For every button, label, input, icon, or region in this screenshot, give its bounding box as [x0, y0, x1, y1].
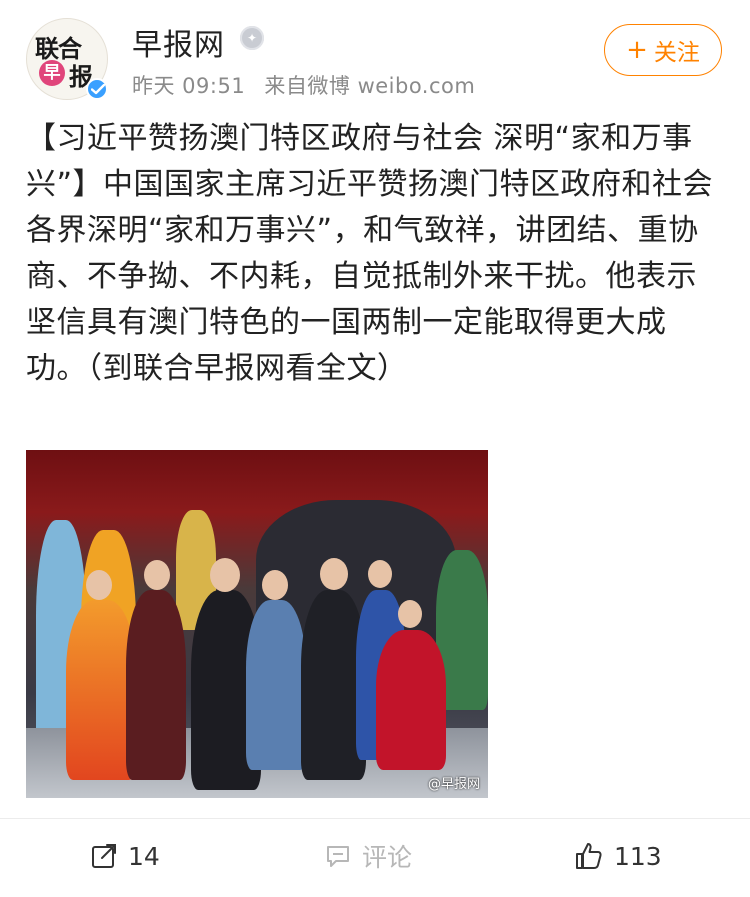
comment-button[interactable]: 评论 [324, 819, 412, 893]
figure-head [210, 558, 240, 592]
figure-blue-robe [246, 600, 306, 770]
post-time: 昨天 09:51 [132, 74, 246, 98]
repost-icon [90, 842, 118, 870]
repost-button[interactable]: 14 [90, 819, 160, 893]
post-meta: 昨天 09:51 来自微博 weibo.com [132, 70, 487, 100]
post-image[interactable]: @早报网 [26, 450, 488, 798]
post-text: 【习近平赞扬澳门特区政府与社会 深明“家和万事兴”】中国国家主席习近平赞扬澳门特… [26, 121, 714, 386]
follow-button[interactable]: + 关注 [604, 24, 722, 76]
figure-head [320, 558, 348, 590]
medal-icon: ✦ [240, 26, 264, 50]
figure-red-dress [376, 630, 446, 770]
comment-label: 评论 [362, 843, 413, 872]
figure-head [368, 560, 392, 588]
post-source: 来自微博 weibo.com [264, 74, 476, 98]
figure-dark-suit [126, 590, 186, 780]
like-button[interactable]: 113 [574, 819, 662, 893]
figure-head [144, 560, 170, 590]
figure-head [262, 570, 288, 600]
verified-badge-icon [86, 78, 108, 100]
plus-icon: + [626, 35, 648, 65]
avatar-logo-badge: 早 [39, 60, 65, 86]
repost-count: 14 [128, 841, 160, 871]
like-count: 113 [614, 841, 662, 871]
image-watermark: @早报网 [427, 777, 480, 792]
figure-head [86, 570, 112, 600]
post-header: 联合 早 报 早报网 ✦ 昨天 09:51 来自微博 weibo.com + 关… [0, 0, 750, 110]
comment-icon [324, 842, 352, 870]
figure-head [398, 600, 422, 628]
account-name[interactable]: 早报网 [132, 20, 225, 64]
follow-label: 关注 [653, 40, 700, 66]
action-bar: 14 评论 113 [0, 818, 750, 897]
thumbs-up-icon [574, 841, 604, 871]
